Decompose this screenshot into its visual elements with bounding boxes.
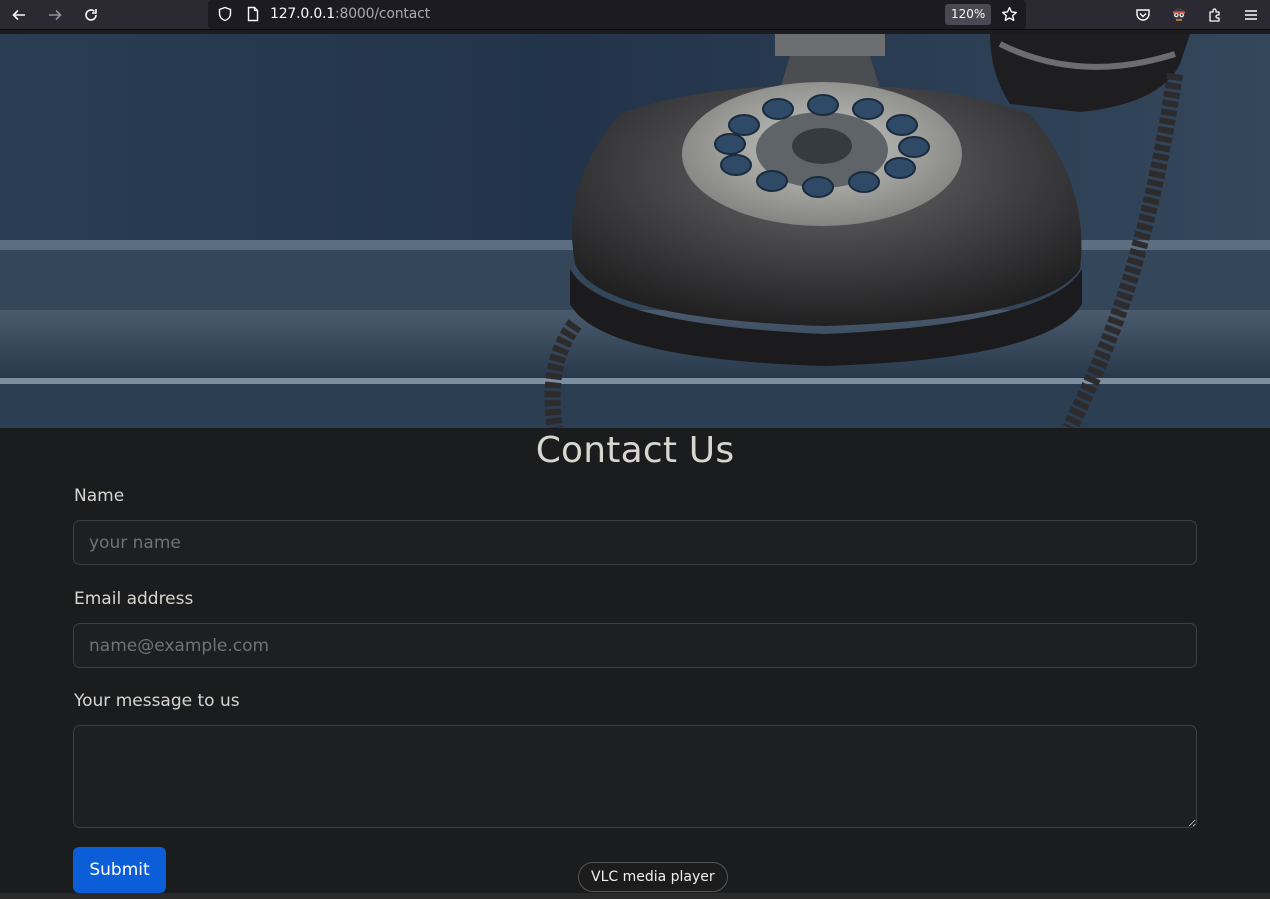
extensions-button[interactable]: [1202, 3, 1228, 27]
rotary-telephone-photo: [0, 34, 1270, 428]
name-label: Name: [74, 486, 125, 506]
zoom-level-button[interactable]: 120%: [945, 4, 992, 25]
forward-button[interactable]: [42, 3, 68, 27]
taskbar-strip: [0, 893, 1270, 899]
back-arrow-icon: [12, 9, 25, 21]
reload-button[interactable]: [78, 3, 104, 27]
message-label: Your message to us: [74, 691, 240, 711]
star-icon[interactable]: [1001, 6, 1018, 23]
url-path: :8000/contact: [335, 6, 430, 22]
address-bar[interactable]: 127.0.0.1:8000/contact 120%: [208, 0, 1026, 29]
browser-toolbar: 127.0.0.1:8000/contact 120%: [0, 0, 1270, 30]
url-text[interactable]: 127.0.0.1:8000/contact: [270, 6, 430, 22]
pocket-button[interactable]: [1130, 3, 1156, 27]
extension-mask-button[interactable]: [1166, 3, 1192, 27]
hamburger-menu-icon: [1245, 10, 1257, 20]
forward-arrow-icon: [49, 9, 62, 21]
message-textarea[interactable]: [73, 725, 1197, 828]
app-menu-button[interactable]: [1238, 3, 1264, 27]
back-button[interactable]: [6, 3, 32, 27]
contact-section: Contact Us Name Email address Your messa…: [0, 428, 1270, 899]
name-input[interactable]: [73, 520, 1197, 565]
pocket-icon: [1136, 9, 1150, 21]
page-title: Contact Us: [535, 430, 735, 471]
reload-icon: [85, 9, 97, 21]
page-icon[interactable]: [245, 6, 261, 22]
taskbar-tooltip: VLC media player: [578, 862, 728, 892]
email-input[interactable]: [73, 623, 1197, 668]
puzzle-icon: [1209, 8, 1220, 22]
shield-icon[interactable]: [217, 6, 233, 22]
hero-image: [0, 34, 1270, 428]
url-host: 127.0.0.1: [270, 6, 335, 22]
email-label: Email address: [74, 589, 194, 609]
extension-mask-icon: [1173, 8, 1185, 21]
submit-button[interactable]: Submit: [73, 847, 166, 893]
